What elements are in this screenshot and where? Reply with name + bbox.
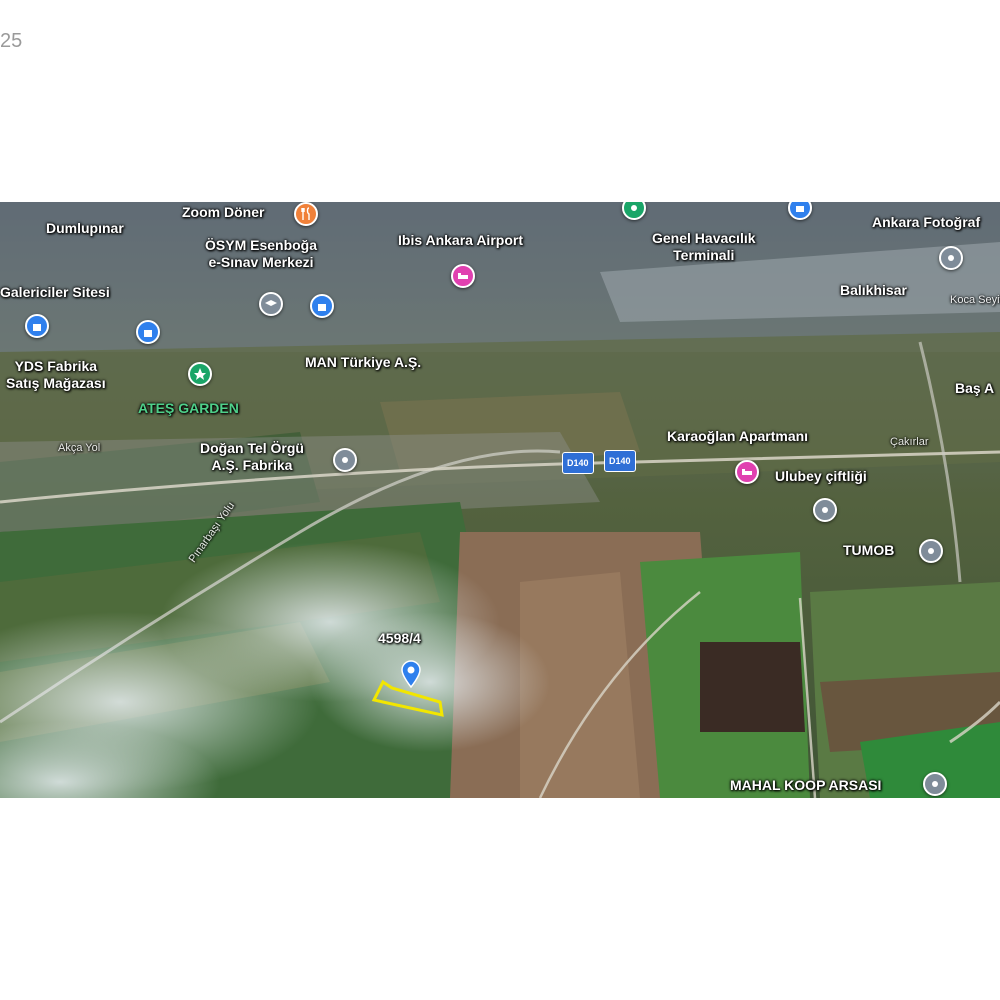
location-pin-icon-4[interactable] [923,772,947,796]
corner-text: 25 [0,30,23,52]
shopping-bag-icon-2[interactable] [25,314,49,338]
school-icon[interactable] [259,292,283,316]
place-tumob[interactable]: TUMOB [843,542,894,559]
park-icon[interactable] [188,362,212,386]
place-ankara-fotograf[interactable]: Ankara Fotoğraf [872,214,980,231]
place-mahal[interactable]: MAHAL KOOP ARSASI [730,777,881,794]
place-akca-yol: Akça Yol [58,442,101,454]
place-ulubey[interactable]: Ulubey çiftliği [775,468,867,485]
place-bas[interactable]: Baş A [955,380,994,397]
place-galericiler[interactable]: Galericiler Sitesi [0,284,110,301]
factory-icon[interactable] [333,448,357,472]
place-dumlupinar[interactable]: Dumlupınar [46,220,124,237]
place-cakirlar: Çakırlar [890,436,929,448]
place-genel-havacilik[interactable]: Genel Havacılık Terminali [652,230,756,264]
route-shield-d140-1: D140 [562,452,594,474]
parcel-pin-icon[interactable] [400,660,422,689]
route-shield-d140-2: D140 [604,450,636,472]
shopping-bag-icon[interactable] [310,294,334,318]
place-zoom-doner[interactable]: Zoom Döner [182,204,264,221]
satellite-map[interactable]: 4598/4 Dumlupınar Zoom Döner ÖSYM Esenbo… [0,202,1000,798]
place-yds[interactable]: YDS Fabrika Satış Mağazası [6,358,106,392]
place-balikhisar[interactable]: Balıkhisar [840,282,907,299]
place-koca-seyit[interactable]: Koca Seyit [950,292,1000,309]
hotel-icon[interactable] [451,264,475,288]
restaurant-icon[interactable] [294,202,318,226]
location-pin-icon-2[interactable] [813,498,837,522]
place-osym[interactable]: ÖSYM Esenboğa e-Sınav Merkezi [205,237,317,271]
location-pin-icon-3[interactable] [919,539,943,563]
place-dogan[interactable]: Doğan Tel Örgü A.Ş. Fabrika [200,440,304,474]
parcel-label: 4598/4 [378,630,421,646]
hotel-icon-2[interactable] [735,460,759,484]
location-pin-icon[interactable] [939,246,963,270]
place-man[interactable]: MAN Türkiye A.Ş. [305,354,421,371]
place-ates-garden[interactable]: ATEŞ GARDEN [138,400,239,417]
place-ibis[interactable]: Ibis Ankara Airport [398,232,523,249]
place-karaoglan[interactable]: Karaoğlan Apartmanı [667,428,808,445]
shopping-bag-icon-3[interactable] [136,320,160,344]
